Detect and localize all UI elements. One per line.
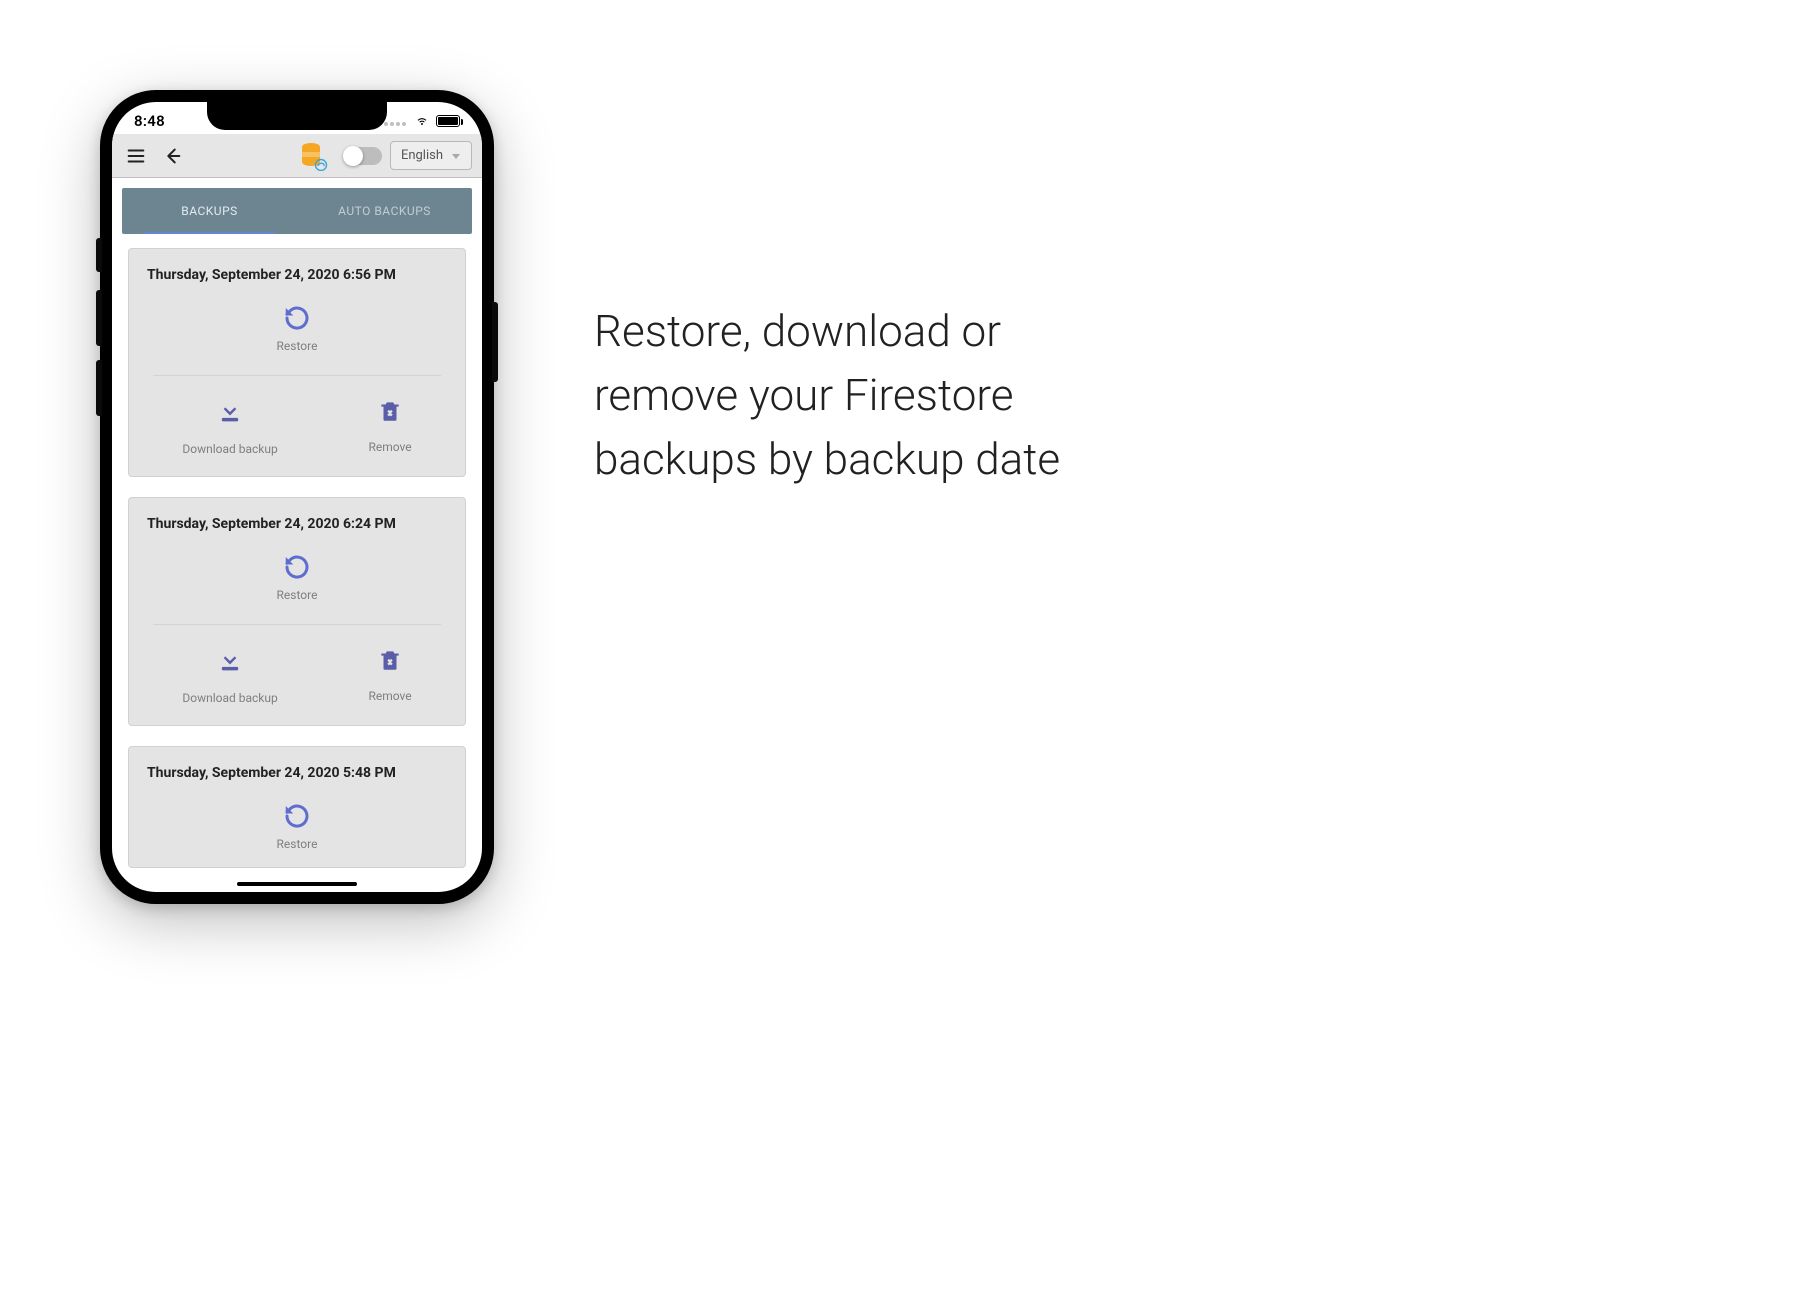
remove-button[interactable]: Remove	[368, 647, 411, 705]
download-label: Download backup	[182, 691, 277, 705]
restore-label: Restore	[277, 339, 318, 353]
backup-card: Thursday, September 24, 2020 5:48 PM Res…	[128, 746, 466, 868]
backup-list: Thursday, September 24, 2020 6:56 PM Res…	[112, 248, 482, 868]
chevron-down-icon	[451, 151, 461, 161]
restore-button[interactable]: Restore	[129, 793, 465, 867]
restore-label: Restore	[277, 588, 318, 602]
trash-icon	[377, 647, 403, 673]
restore-label: Restore	[277, 837, 318, 851]
phone-frame: 8:48	[100, 90, 494, 904]
notch	[207, 102, 387, 130]
backup-title: Thursday, September 24, 2020 6:56 PM	[129, 249, 465, 295]
remove-label: Remove	[368, 689, 411, 703]
language-label: English	[401, 148, 443, 163]
restore-icon	[282, 801, 312, 831]
wifi-icon	[414, 115, 430, 127]
back-button[interactable]	[158, 142, 186, 170]
volume-down-button	[96, 360, 102, 416]
tab-backups[interactable]: BACKUPS	[122, 188, 297, 234]
restore-button[interactable]: Restore	[129, 295, 465, 369]
remove-button[interactable]: Remove	[368, 398, 411, 456]
download-button[interactable]: Download backup	[182, 647, 277, 705]
cellular-dots-icon	[384, 112, 408, 130]
download-button[interactable]: Download backup	[182, 398, 277, 456]
tab-bar: BACKUPS AUTO BACKUPS	[122, 188, 472, 234]
volume-up-button	[96, 290, 102, 346]
tab-label: BACKUPS	[181, 204, 238, 218]
trash-icon	[377, 398, 403, 424]
backup-title: Thursday, September 24, 2020 6:24 PM	[129, 498, 465, 544]
download-label: Download backup	[182, 442, 277, 456]
download-icon	[216, 398, 244, 426]
restore-button[interactable]: Restore	[129, 544, 465, 618]
side-button	[96, 238, 102, 272]
backup-card: Thursday, September 24, 2020 6:56 PM Res…	[128, 248, 466, 477]
restore-icon	[282, 303, 312, 333]
power-button	[492, 302, 498, 382]
theme-toggle[interactable]	[344, 147, 382, 165]
restore-icon	[282, 552, 312, 582]
tab-label: AUTO BACKUPS	[338, 204, 431, 218]
app-bar: English	[112, 134, 482, 178]
status-time: 8:48	[134, 112, 165, 130]
backup-card: Thursday, September 24, 2020 6:24 PM Res…	[128, 497, 466, 726]
menu-button[interactable]	[122, 142, 150, 170]
app-logo	[300, 141, 328, 171]
backup-title: Thursday, September 24, 2020 5:48 PM	[129, 747, 465, 793]
battery-icon	[436, 115, 460, 127]
home-indicator[interactable]	[237, 882, 357, 886]
tab-auto-backups[interactable]: AUTO BACKUPS	[297, 188, 472, 234]
language-select[interactable]: English	[390, 141, 472, 170]
remove-label: Remove	[368, 440, 411, 454]
marketing-headline: Restore, download or remove your Firesto…	[594, 300, 1154, 491]
download-icon	[216, 647, 244, 675]
